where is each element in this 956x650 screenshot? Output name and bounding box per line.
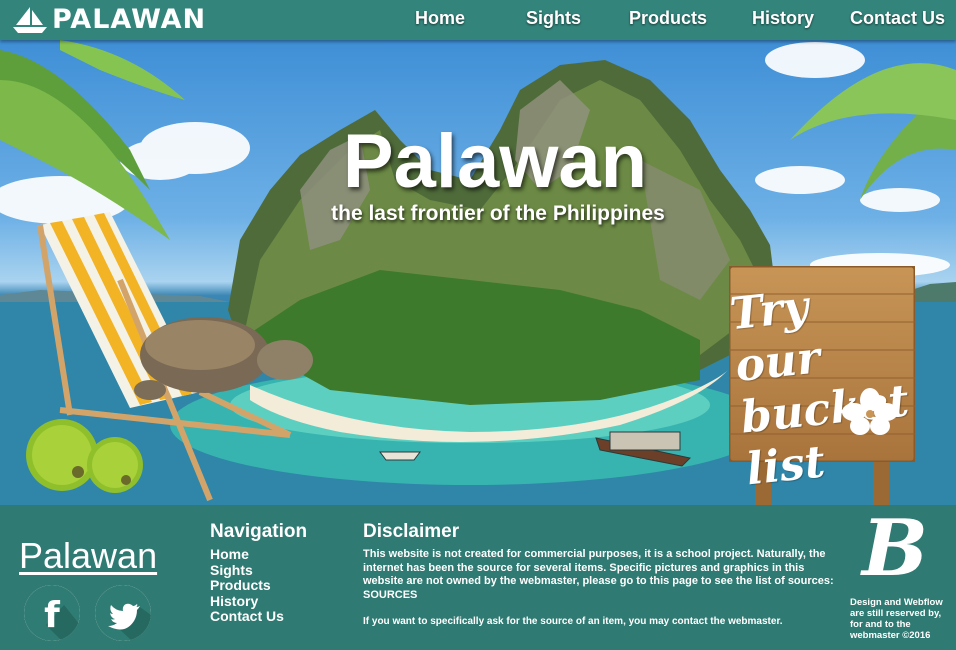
nav-history-link[interactable]: History [752, 0, 814, 36]
main-nav: Home Sights Products History Contact Us [396, 0, 956, 40]
site-logo[interactable]: PALAWAN [10, 4, 206, 36]
hero-title: Palawan [342, 119, 648, 204]
twitter-link[interactable] [95, 585, 151, 641]
top-navbar: PALAWAN Home Sights Products History Con… [0, 0, 956, 40]
designer-badge-logo: B [862, 503, 928, 594]
site-footer: Palawan f Navigation Home Sights Product… [0, 505, 956, 650]
sign-line: Try our [727, 281, 823, 392]
nav-home-link[interactable]: Home [415, 0, 465, 36]
nav-products-link[interactable]: Products [629, 0, 707, 36]
footer-navigation-list: Home Sights Products History Contact Us [210, 546, 284, 625]
footer-link-sights[interactable]: Sights [210, 562, 284, 579]
footer-brand[interactable]: Palawan [19, 535, 157, 577]
twitter-icon [95, 585, 151, 641]
hibiscus-flower-icon [842, 388, 898, 435]
hero-subtitle: the last frontier of the Philippines [331, 202, 665, 225]
footer-link-history[interactable]: History [210, 593, 284, 610]
nav-contact-link[interactable]: Contact Us [850, 0, 945, 36]
disclaimer-heading: Disclaimer [363, 521, 460, 542]
sailboat-icon [13, 7, 47, 33]
facebook-link[interactable]: f [24, 585, 80, 641]
facebook-glyph: f [44, 595, 60, 636]
hero-banner: Palawan the last frontier of the Philipp… [0, 40, 956, 505]
footer-link-home[interactable]: Home [210, 546, 284, 563]
footer-navigation-heading: Navigation [210, 521, 308, 542]
footer-link-contact[interactable]: Contact Us [210, 608, 284, 625]
credits-text: Design and Webflow are still reserved by… [850, 597, 943, 641]
bucket-list-text[interactable]: Try our bucket list [728, 272, 919, 497]
facebook-icon: f [24, 585, 80, 641]
logo-text: PALAWAN [52, 4, 207, 35]
disclaimer-text: This website is not created for commerci… [363, 548, 834, 601]
disclaimer-contact-text: If you want to specifically ask for the … [363, 616, 783, 627]
nav-sights-link[interactable]: Sights [526, 0, 581, 36]
footer-link-products[interactable]: Products [210, 577, 284, 594]
